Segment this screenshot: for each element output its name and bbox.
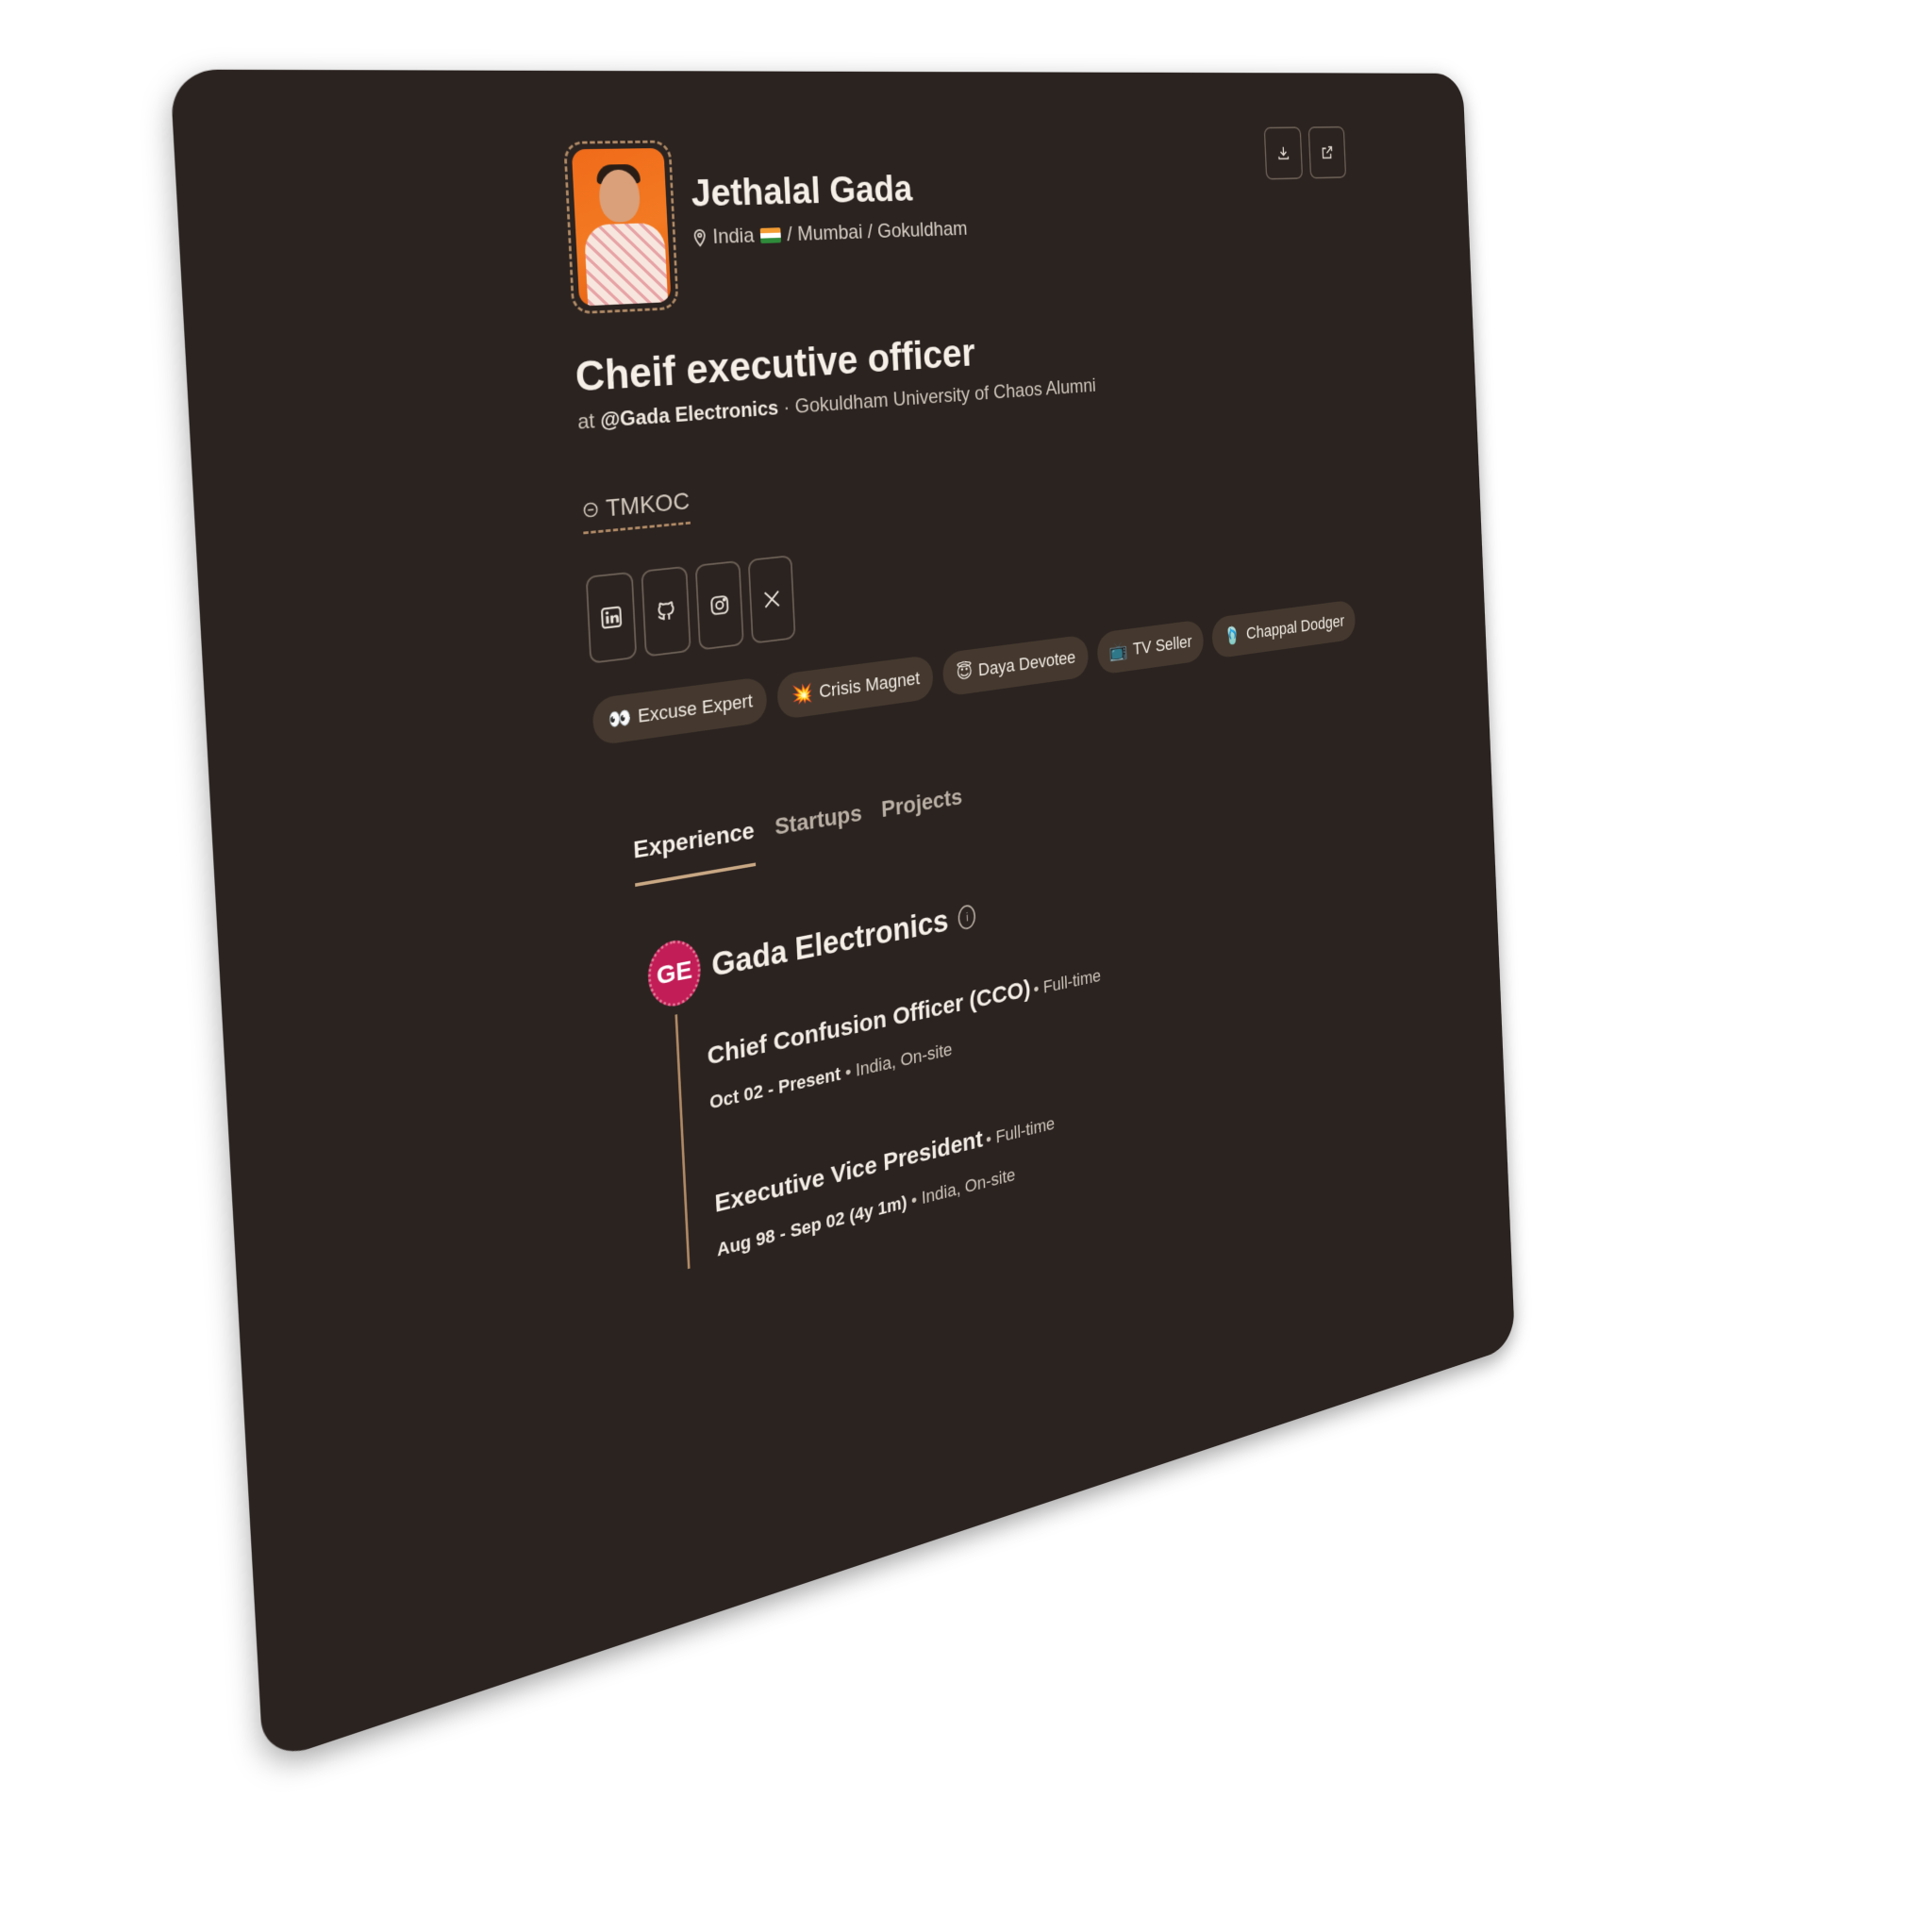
linkedin-button[interactable] [585, 571, 638, 664]
badge-crisis-magnet: 💥 Crisis Magnet [776, 654, 935, 721]
x-button[interactable] [747, 555, 796, 644]
profile-header: Jethalal Gada India / Mumbai / Gokuldham [563, 133, 1283, 315]
location-city: / Mumbai / Gokuldham [786, 217, 968, 246]
badge-excuse-expert: 👀 Excuse Expert [591, 675, 768, 746]
info-icon[interactable]: i [958, 903, 976, 931]
avatar [571, 147, 672, 307]
tab-projects[interactable]: Projects [881, 784, 964, 844]
job-type: • Full-time [985, 1112, 1056, 1150]
job-location: • India, On-site [910, 1164, 1016, 1211]
profile-location: India / Mumbai / Gokuldham [692, 218, 968, 250]
collision-icon: 💥 [791, 681, 814, 706]
company-logo: GE [646, 936, 703, 1011]
badge-daya-devotee: 😇 Daya Devotee [941, 634, 1090, 697]
location-pin-icon [692, 228, 707, 247]
link-icon [582, 500, 600, 519]
profile-card: Jethalal Gada India / Mumbai / Gokuldham… [169, 69, 1516, 1764]
external-link-icon [1321, 144, 1335, 161]
tab-startups[interactable]: Startups [774, 800, 864, 862]
profile-identity: Jethalal Gada India / Mumbai / Gokuldham [689, 137, 968, 250]
india-flag-icon [759, 227, 782, 244]
sandal-icon: 🩴 [1223, 625, 1242, 646]
instagram-icon [708, 593, 730, 618]
eyes-icon: 👀 [608, 706, 632, 731]
job-title: Executive Vice President [713, 1125, 984, 1219]
badge-chappal-dodger: 🩴 Chappal Dodger [1211, 599, 1357, 659]
x-icon [761, 587, 783, 611]
github-icon [655, 599, 677, 624]
stage: Jethalal Gada India / Mumbai / Gokuldham… [0, 0, 1932, 1932]
profile-name: Jethalal Gada [690, 168, 913, 215]
company-link[interactable]: @Gada Electronics [600, 396, 779, 432]
tab-experience[interactable]: Experience [632, 817, 757, 888]
profile-content: Jethalal Gada India / Mumbai / Gokuldham… [563, 133, 1357, 1286]
website-link[interactable]: TMKOC [581, 487, 691, 535]
instagram-button[interactable] [694, 559, 744, 651]
badge-tv-seller: 📺 TV Seller [1096, 619, 1205, 675]
job-type: • Full-time [1033, 965, 1102, 1000]
linkedin-icon [600, 605, 623, 630]
share-button[interactable] [1307, 125, 1347, 179]
github-button[interactable] [641, 565, 691, 658]
location-country: India [711, 224, 756, 249]
tv-icon: 📺 [1108, 640, 1128, 662]
experience-section: GE Gada Electronics i Chief Confusion Of… [646, 824, 1319, 1275]
website-link-label: TMKOC [605, 487, 691, 522]
avatar-frame [563, 140, 679, 315]
halo-face-icon: 😇 [956, 660, 974, 683]
download-icon [1276, 145, 1291, 162]
